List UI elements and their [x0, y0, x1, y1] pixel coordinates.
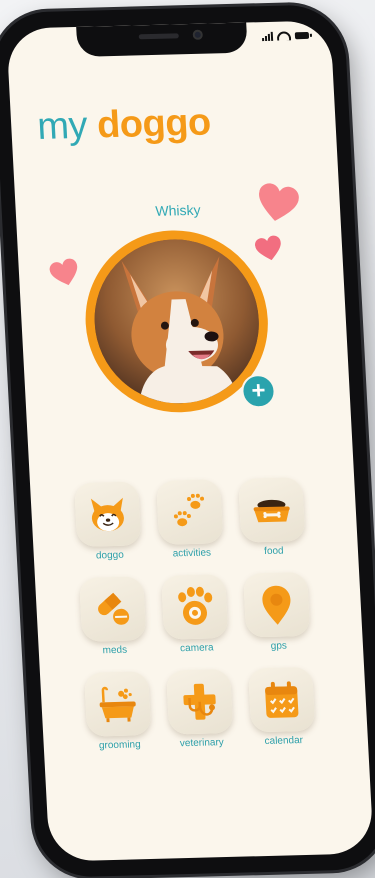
location-pin-icon — [262, 585, 291, 625]
tile-button — [83, 671, 152, 737]
bathtub-icon — [99, 686, 136, 723]
menu-item-meds[interactable]: meds — [75, 576, 151, 657]
menu-item-gps[interactable]: gps — [239, 571, 315, 653]
menu-item-label: grooming — [98, 739, 141, 752]
menu-grid: doggo activities food meds camera gps gr… — [70, 477, 320, 752]
menu-item-label: activities — [172, 547, 212, 560]
tile-button — [156, 479, 224, 545]
add-photo-button[interactable]: + — [240, 373, 277, 409]
wifi-icon — [276, 31, 292, 41]
paw-camera-icon — [178, 586, 213, 625]
menu-item-veterinary[interactable]: veterinary — [162, 668, 238, 750]
menu-item-label: camera — [179, 642, 214, 655]
battery-icon — [294, 31, 310, 40]
menu-item-label: calendar — [264, 735, 304, 748]
front-camera — [192, 29, 204, 40]
menu-item-label: veterinary — [179, 737, 225, 750]
menu-item-grooming[interactable]: grooming — [80, 671, 156, 752]
menu-item-food[interactable]: food — [234, 477, 310, 558]
plus-icon: + — [250, 377, 267, 405]
menu-item-label: food — [263, 545, 284, 558]
calendar-icon — [265, 681, 299, 718]
menu-item-calendar[interactable]: calendar — [244, 666, 320, 748]
tile-button — [165, 668, 234, 735]
logo-text-doggo: doggo — [95, 101, 212, 147]
tile-button — [161, 574, 229, 640]
menu-item-label: gps — [270, 640, 288, 652]
phone-frame: my doggo Whisky + doggo activities food … — [0, 3, 375, 878]
paw-prints-icon — [173, 493, 205, 527]
app-screen: my doggo Whisky + doggo activities food … — [6, 20, 374, 862]
status-bar — [262, 31, 310, 42]
tile-button — [79, 576, 147, 642]
signal-icon — [262, 31, 274, 42]
tile-button — [247, 666, 316, 733]
menu-item-label: meds — [102, 644, 128, 657]
vet-cross-icon — [183, 683, 216, 720]
pet-photo-image — [90, 237, 264, 406]
tile-button — [243, 571, 311, 638]
menu-item-label: doggo — [95, 549, 125, 562]
menu-item-camera[interactable]: camera — [157, 574, 233, 655]
tile-button — [238, 477, 306, 543]
notch — [76, 22, 248, 57]
logo-text-my: my — [36, 104, 89, 148]
heart-icon — [255, 180, 301, 227]
dog-face-icon — [90, 497, 124, 532]
heart-icon — [253, 234, 284, 265]
pills-icon — [98, 592, 130, 625]
app-logo: my doggo — [36, 101, 212, 148]
menu-item-activities[interactable]: activities — [152, 479, 228, 560]
menu-item-doggo[interactable]: doggo — [70, 481, 146, 562]
speaker — [138, 33, 179, 40]
food-bowl-icon — [253, 499, 290, 523]
heart-icon — [48, 256, 83, 290]
tile-button — [74, 481, 142, 547]
